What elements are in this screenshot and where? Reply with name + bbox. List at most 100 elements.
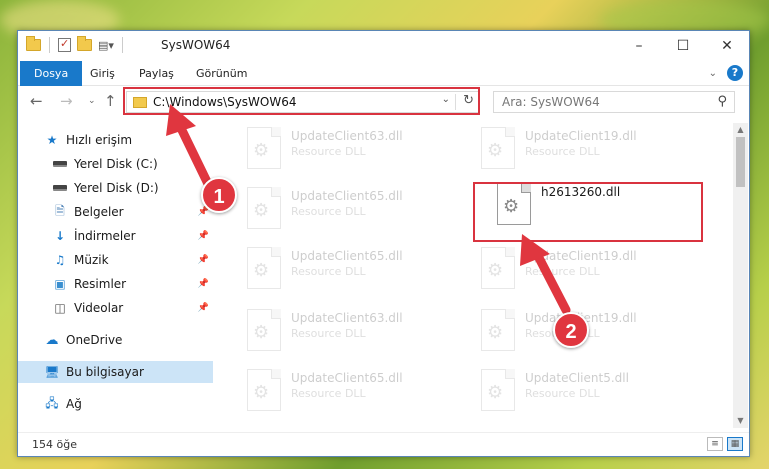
sidebar-item-label: Videolar	[74, 301, 124, 315]
recent-locations-icon[interactable]: ⌄	[88, 96, 96, 106]
file-name: UpdateClient65.dll	[291, 249, 403, 263]
file-name: UpdateClient63.dll	[291, 311, 403, 325]
back-arrow-icon[interactable]: ←	[30, 92, 43, 110]
status-bar: 154 öğe ≡ ▦	[18, 432, 749, 456]
file-item[interactable]: ⚙ UpdateClient63.dll Resource DLL	[247, 127, 467, 175]
window-controls: – ☐ ✕	[617, 31, 749, 61]
ribbon-tabs: Dosya Giriş Paylaş Görünüm ⌄ ?	[18, 61, 749, 86]
sidebar-item-label: OneDrive	[66, 333, 123, 347]
help-icon[interactable]: ?	[727, 65, 743, 81]
file-item[interactable]: ⚙ UpdateClient19.dllResource DLL	[481, 309, 701, 357]
sidebar-item-local-disk-d[interactable]: Yerel Disk (D:)	[18, 177, 213, 199]
pin-icon[interactable]: 📌	[198, 279, 209, 289]
up-arrow-icon[interactable]: ↑	[104, 92, 117, 110]
item-count: 154 öğe	[32, 438, 77, 451]
file-name: UpdateClient19.dll	[525, 129, 637, 143]
tab-giris[interactable]: Giriş	[90, 61, 115, 86]
file-item[interactable]: ⚙ UpdateClient65.dll Resource DLL	[247, 369, 467, 417]
tab-dosya[interactable]: Dosya	[20, 61, 83, 86]
sidebar-item-music[interactable]: ♫ Müzik 📌	[18, 249, 213, 271]
file-item[interactable]: ⚙ UpdateClient63.dll Resource DLL	[247, 309, 467, 357]
forward-arrow-icon[interactable]: →	[60, 92, 73, 110]
drive-icon	[52, 181, 68, 195]
sidebar-item-label: Müzik	[74, 253, 109, 267]
file-item[interactable]: ⚙ UpdateClient19.dll Resource DLL	[481, 247, 701, 295]
sidebar-item-onedrive[interactable]: ☁ OneDrive	[18, 329, 213, 351]
file-name: UpdateClient5.dll	[525, 371, 629, 385]
new-folder-icon[interactable]	[77, 36, 92, 51]
sidebar-item-label: Belgeler	[74, 205, 124, 219]
download-icon: ↓	[54, 229, 66, 243]
network-icon: 🖧	[45, 395, 59, 410]
sidebar-item-this-pc[interactable]: 🖥 Bu bilgisayar	[18, 361, 213, 383]
dll-file-icon: ⚙	[481, 127, 515, 169]
scrollbar-thumb[interactable]	[736, 137, 745, 187]
close-button[interactable]: ✕	[705, 31, 749, 61]
computer-icon: 🖥	[44, 365, 60, 379]
music-icon: ♫	[54, 253, 66, 267]
file-type: Resource DLL	[525, 387, 600, 400]
search-icon[interactable]: ⚲	[717, 94, 727, 109]
pictures-icon: ▣	[54, 277, 66, 291]
file-name: UpdateClient65.dll	[291, 371, 403, 385]
scroll-down-icon[interactable]: ▼	[733, 414, 748, 428]
file-name: UpdateClient19.dll	[525, 249, 637, 263]
pin-icon[interactable]: 📌	[198, 303, 209, 313]
drive-icon	[52, 157, 68, 171]
sidebar-item-label: Hızlı erişim	[66, 133, 133, 147]
tab-paylas[interactable]: Paylaş	[139, 61, 174, 86]
large-icons-view-icon[interactable]: ▦	[727, 437, 743, 451]
dll-file-icon: ⚙	[481, 369, 515, 411]
sidebar-item-quick-access[interactable]: ★ Hızlı erişim	[18, 129, 213, 151]
details-view-icon[interactable]: ≡	[707, 437, 723, 451]
dll-file-icon: ⚙	[247, 127, 281, 169]
file-type: Resource DLL	[291, 327, 366, 340]
file-highlight-box	[473, 182, 703, 242]
sidebar-item-label: Yerel Disk (C:)	[74, 157, 158, 171]
file-list: ⚙ UpdateClient63.dll Resource DLL ⚙ Updat…	[221, 123, 731, 423]
file-type: Resource DLL	[291, 265, 366, 278]
vertical-scrollbar[interactable]: ▲ ▼	[733, 123, 748, 428]
file-item[interactable]: ⚙ UpdateClient65.dll Resource DLL	[247, 247, 467, 295]
pin-icon[interactable]: 📌	[198, 255, 209, 265]
properties-icon[interactable]	[58, 37, 71, 52]
customize-toolbar-icon[interactable]: ▤▾	[98, 39, 114, 52]
file-item[interactable]: ⚙ UpdateClient5.dll Resource DLL	[481, 369, 701, 417]
dll-file-icon: ⚙	[247, 187, 281, 229]
dll-file-icon: ⚙	[247, 309, 281, 351]
sidebar-item-label: Ağ	[66, 397, 82, 411]
file-type: Resource DLL	[525, 265, 600, 278]
pin-icon[interactable]: 📌	[198, 231, 209, 241]
toolbar-divider	[121, 37, 123, 53]
file-item[interactable]: ⚙ UpdateClient19.dll Resource DLL	[481, 127, 701, 175]
view-switcher: ≡ ▦	[707, 437, 743, 451]
sidebar-item-pictures[interactable]: ▣ Resimler 📌	[18, 273, 213, 295]
title-bar: ▤▾ SysWOW64 – ☐ ✕	[18, 31, 749, 61]
sidebar-item-network[interactable]: 🖧 Ağ	[18, 393, 213, 415]
sidebar-item-label: Resimler	[74, 277, 127, 291]
step-badge-2: 2	[553, 312, 589, 348]
cloud-icon: ☁	[45, 332, 59, 348]
search-box[interactable]: Ara: SysWOW64 ⚲	[493, 91, 735, 113]
sidebar-item-downloads[interactable]: ↓ İndirmeler 📌	[18, 225, 213, 247]
dll-file-icon: ⚙	[247, 247, 281, 289]
sidebar-item-videos[interactable]: ◫ Videolar 📌	[18, 297, 213, 319]
sidebar-item-local-disk-c[interactable]: Yerel Disk (C:)	[18, 153, 213, 175]
scroll-up-icon[interactable]: ▲	[733, 123, 748, 137]
sidebar-item-documents[interactable]: 🗎 Belgeler 📌	[18, 201, 213, 223]
tab-gorunum[interactable]: Görünüm	[196, 61, 247, 86]
address-highlight-box	[123, 87, 480, 115]
file-type: Resource DLL	[525, 145, 600, 158]
quick-access-toolbar: ▤▾	[26, 36, 125, 53]
chevron-down-icon[interactable]: ⌄	[709, 68, 717, 79]
search-placeholder: Ara: SysWOW64	[502, 95, 600, 109]
file-name: UpdateClient63.dll	[291, 129, 403, 143]
maximize-button[interactable]: ☐	[661, 31, 705, 61]
dll-file-icon: ⚙	[481, 247, 515, 289]
file-type: Resource DLL	[291, 387, 366, 400]
dll-file-icon: ⚙	[247, 369, 281, 411]
step-badge-1: 1	[201, 177, 237, 213]
folder-icon	[26, 36, 41, 51]
minimize-button[interactable]: –	[617, 31, 661, 61]
file-item[interactable]: ⚙ UpdateClient65.dll Resource DLL	[247, 187, 467, 235]
